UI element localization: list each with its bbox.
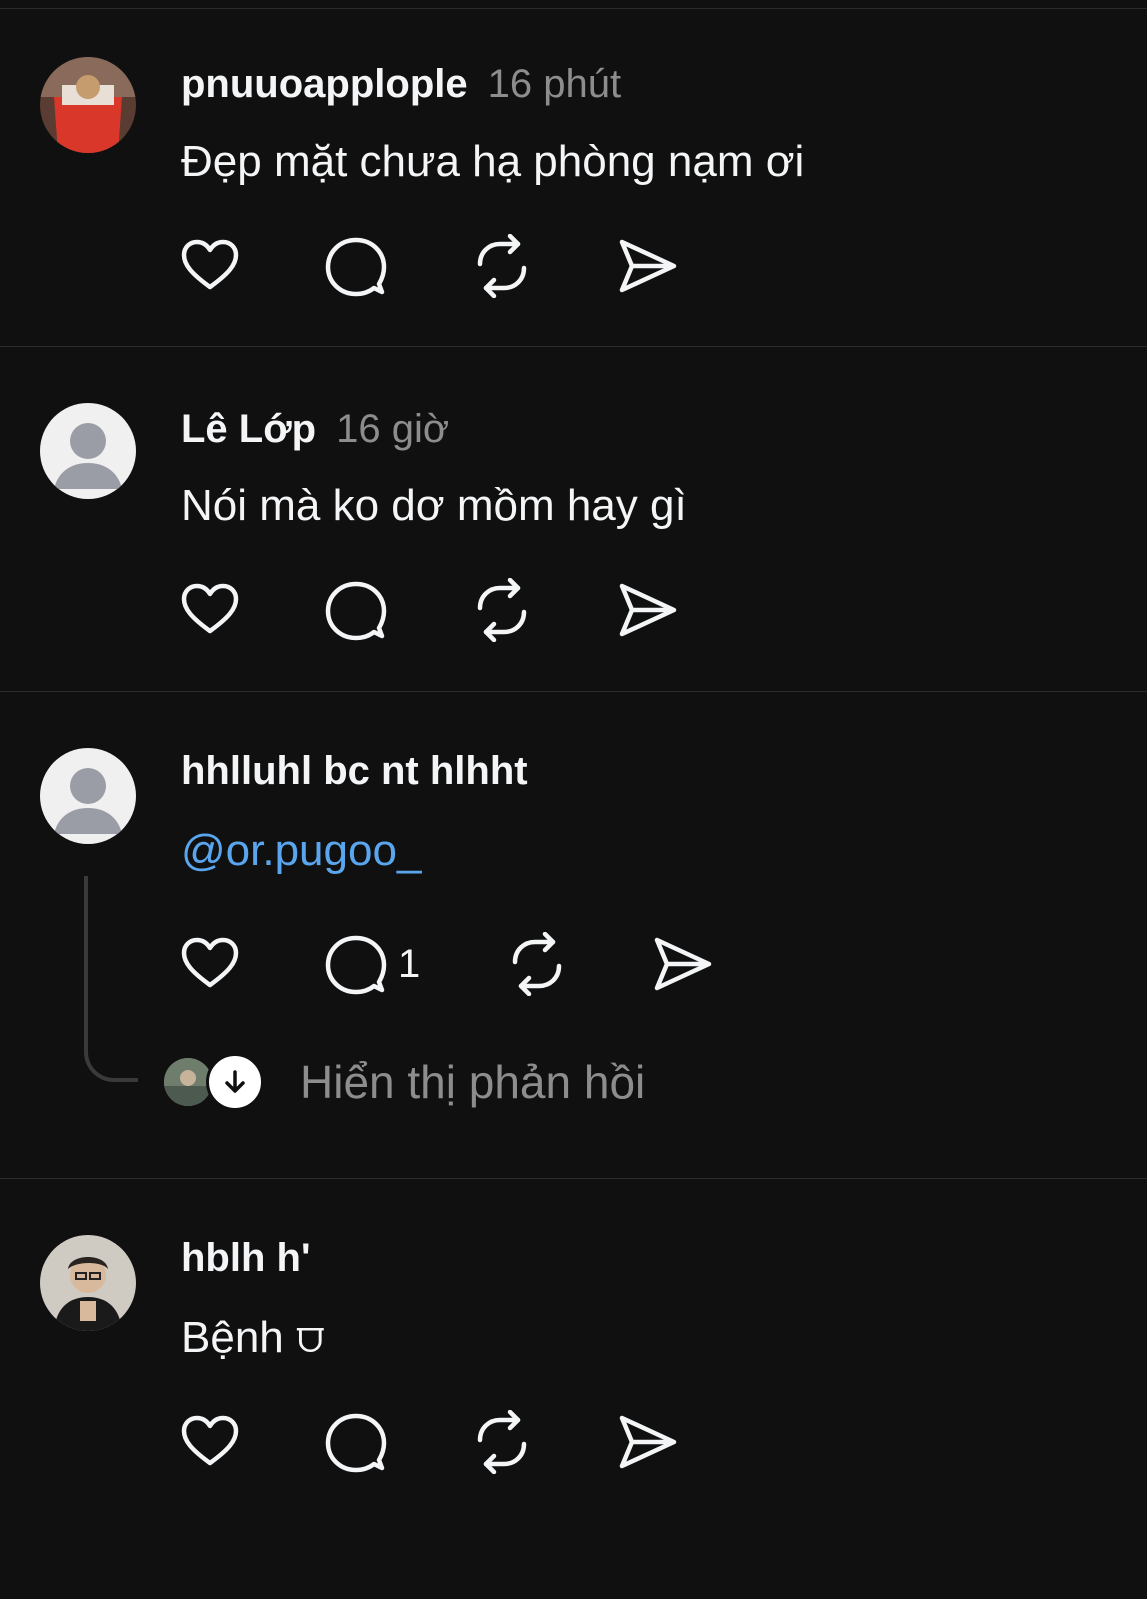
arrow-down-icon bbox=[206, 1053, 264, 1111]
comment-button[interactable] bbox=[324, 234, 470, 298]
like-button[interactable] bbox=[178, 1410, 324, 1474]
like-button[interactable] bbox=[178, 234, 324, 298]
show-replies-button[interactable]: Hiển thị phản hồi bbox=[164, 1053, 645, 1111]
comment-text: Bệnh ⩌ bbox=[181, 1313, 325, 1362]
username[interactable]: Lê Lớp bbox=[181, 407, 316, 451]
timestamp: 16 giờ bbox=[336, 407, 450, 451]
repost-button[interactable] bbox=[505, 932, 651, 996]
reply-avatar bbox=[164, 1058, 212, 1106]
comment-post-4: hblh h' Bệnh ⩌ bbox=[0, 1178, 1147, 1599]
like-button[interactable] bbox=[178, 578, 324, 642]
default-avatar-icon bbox=[40, 403, 136, 499]
repost-button[interactable] bbox=[470, 234, 616, 298]
share-button[interactable] bbox=[616, 578, 680, 642]
like-button[interactable] bbox=[178, 932, 324, 996]
comment-button[interactable] bbox=[324, 578, 470, 642]
threads-comment-list: pnuuoapplople 16 phút Đẹp mặt chưa hạ phò… bbox=[0, 0, 1147, 1599]
username-line: pnuuoapplople 16 phút bbox=[181, 60, 621, 108]
avatar[interactable] bbox=[40, 1235, 136, 1331]
repost-icon bbox=[512, 932, 562, 996]
avatar[interactable] bbox=[40, 748, 136, 844]
comment-button[interactable] bbox=[324, 1410, 470, 1474]
username-line: Lê Lớp 16 giờ bbox=[181, 405, 449, 453]
comment-post-1: pnuuoapplople 16 phút Đẹp mặt chưa hạ phò… bbox=[0, 0, 1147, 347]
profile-photo-icon bbox=[40, 57, 136, 153]
share-button[interactable] bbox=[651, 932, 715, 996]
send-icon bbox=[619, 239, 677, 293]
profile-photo-icon bbox=[40, 1235, 136, 1331]
repost-icon bbox=[477, 1410, 527, 1474]
comment-post-2: Lê Lớp 16 giờ Nói mà ko dơ mồm hay gì bbox=[0, 346, 1147, 692]
avatar[interactable] bbox=[40, 57, 136, 153]
repost-button[interactable] bbox=[470, 1410, 616, 1474]
comment-icon bbox=[325, 1413, 387, 1473]
action-bar: 1 bbox=[178, 932, 715, 996]
comment-icon bbox=[325, 237, 387, 297]
comment-icon bbox=[325, 935, 387, 995]
heart-icon bbox=[181, 583, 239, 634]
username[interactable]: hhlluhl bc nt hlhht bbox=[181, 749, 528, 793]
username-line: hhlluhl bc nt hlhht bbox=[181, 747, 528, 795]
avatar[interactable] bbox=[40, 403, 136, 499]
username[interactable]: hblh h' bbox=[181, 1236, 310, 1280]
send-icon bbox=[619, 583, 677, 637]
comment-icon bbox=[325, 581, 387, 641]
timestamp: 16 phút bbox=[487, 62, 622, 106]
heart-icon bbox=[181, 937, 239, 988]
comment-post-3: hhlluhl bc nt hlhht @or.pugoo_ 1 Hiển th… bbox=[0, 691, 1147, 1179]
heart-icon bbox=[181, 239, 239, 290]
comment-count: 1 bbox=[398, 941, 421, 986]
repost-button[interactable] bbox=[470, 578, 616, 642]
action-bar bbox=[178, 578, 680, 642]
heart-icon bbox=[181, 1415, 239, 1466]
comment-button[interactable]: 1 bbox=[324, 932, 505, 996]
action-bar bbox=[178, 234, 680, 298]
username-line: hblh h' bbox=[181, 1234, 310, 1282]
send-icon bbox=[619, 1415, 677, 1469]
reply-avatar-photo-icon bbox=[164, 1058, 212, 1106]
comment-text: Nói mà ko dơ mồm hay gì bbox=[181, 481, 687, 530]
send-icon bbox=[654, 937, 712, 991]
default-avatar-icon bbox=[40, 748, 136, 844]
show-replies-label: Hiển thị phản hồi bbox=[300, 1056, 646, 1108]
share-button[interactable] bbox=[616, 1410, 680, 1474]
thread-line bbox=[84, 876, 138, 1082]
repost-icon bbox=[477, 578, 527, 642]
action-bar bbox=[178, 1410, 680, 1474]
share-button[interactable] bbox=[616, 234, 680, 298]
username[interactable]: pnuuoapplople bbox=[181, 62, 468, 106]
repost-icon bbox=[477, 234, 527, 298]
comment-text: Đẹp mặt chưa hạ phòng nạm ơi bbox=[181, 137, 805, 186]
mention-link[interactable]: @or.pugoo_ bbox=[181, 824, 421, 878]
